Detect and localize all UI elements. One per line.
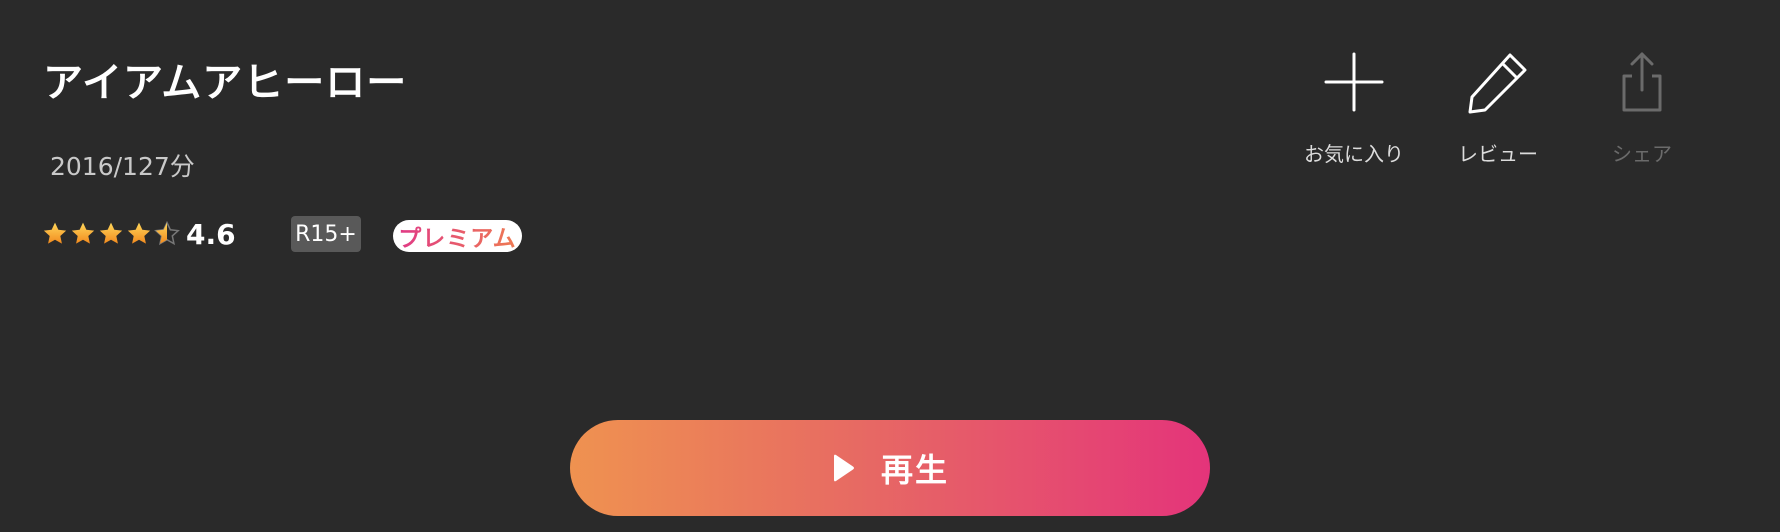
- half-star-icon: [154, 221, 180, 246]
- share-button[interactable]: シェア: [1582, 50, 1702, 167]
- star-icon: [99, 222, 123, 244]
- star-icon: [43, 222, 67, 244]
- play-icon: [833, 454, 854, 482]
- premium-badge: プレミアム: [393, 220, 522, 252]
- pencil-icon: [1468, 53, 1527, 114]
- star-rating: [42, 221, 180, 247]
- content-title: アイアムアヒーロー: [43, 60, 408, 106]
- share-label: シェア: [1612, 142, 1672, 166]
- favorite-button[interactable]: お気に入り: [1294, 50, 1414, 167]
- release-year-duration: 2016/127分: [50, 152, 195, 181]
- review-button[interactable]: レビュー: [1438, 50, 1558, 167]
- star-icon: [71, 222, 95, 244]
- play-button[interactable]: 再生: [570, 420, 1210, 516]
- rating-value: 4.6: [186, 217, 236, 251]
- play-label: 再生: [880, 451, 949, 489]
- plus-icon: [1324, 52, 1384, 112]
- share-icon: [1622, 52, 1662, 112]
- rating-row: 4.6: [42, 214, 236, 254]
- content-detail-panel: アイアムアヒーロー 2016/127分 4.6 R15+ プレミアム お気に入り…: [0, 0, 1780, 532]
- age-rating-badge: R15+: [291, 216, 361, 252]
- favorite-label: お気に入り: [1304, 142, 1404, 166]
- star-icon: [127, 222, 151, 244]
- premium-label: プレミアム: [398, 219, 516, 253]
- review-label: レビュー: [1458, 142, 1538, 166]
